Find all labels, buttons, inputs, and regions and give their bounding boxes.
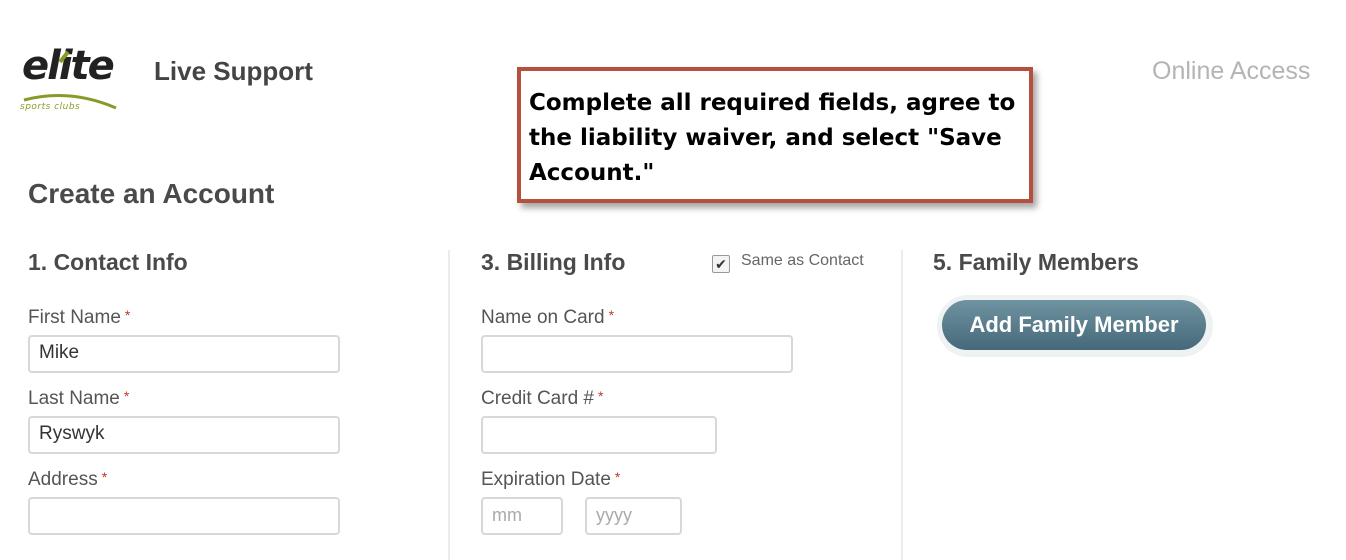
contact-info-heading: 1. Contact Info xyxy=(28,249,188,275)
logo-tagline: sports clubs xyxy=(20,102,81,112)
required-marker: * xyxy=(124,307,131,323)
address-input[interactable] xyxy=(28,497,340,535)
expiration-date-label: Expiration Date * xyxy=(481,469,620,491)
add-family-member-button-wrap: Add Family Member xyxy=(937,295,1213,357)
address-label: Address * xyxy=(28,469,107,491)
last-name-label: Last Name * xyxy=(28,388,129,410)
last-name-label-text: Last Name xyxy=(28,388,120,409)
required-marker: * xyxy=(598,388,604,404)
live-support-link[interactable]: Live Support xyxy=(154,56,313,87)
expiration-year-input[interactable]: yyyy xyxy=(585,497,682,535)
elite-logo[interactable]: elite sports clubs xyxy=(20,44,132,116)
required-marker: * xyxy=(608,307,615,323)
same-as-contact-label[interactable]: Same as Contact xyxy=(741,252,864,270)
instruction-callout: Complete all required fields, agree to t… xyxy=(517,67,1033,203)
name-on-card-label: Name on Card * xyxy=(481,307,614,329)
expiration-date-label-text: Expiration Date xyxy=(481,469,611,490)
first-name-label: First Name * xyxy=(28,307,130,329)
column-divider xyxy=(448,250,450,560)
callout-text: Complete all required fields, agree to t… xyxy=(529,90,1016,186)
online-access-link[interactable]: Online Access xyxy=(1152,57,1310,86)
credit-card-label: Credit Card # * xyxy=(481,388,603,410)
required-marker: * xyxy=(101,469,108,485)
required-marker: * xyxy=(614,469,621,485)
page-title: Create an Account xyxy=(28,178,275,209)
name-on-card-label-text: Name on Card xyxy=(481,307,605,328)
required-marker: * xyxy=(123,388,130,404)
billing-info-heading: 3. Billing Info xyxy=(481,249,626,275)
name-on-card-input[interactable] xyxy=(481,335,793,373)
credit-card-label-text: Credit Card # xyxy=(481,388,594,409)
column-divider xyxy=(901,250,903,560)
first-name-input[interactable]: Mike xyxy=(28,335,340,373)
add-family-member-button[interactable]: Add Family Member xyxy=(942,300,1206,350)
same-as-contact-checkbox[interactable]: ✔ xyxy=(712,255,730,273)
last-name-input[interactable]: Ryswyk xyxy=(28,416,340,454)
first-name-label-text: First Name xyxy=(28,307,121,328)
family-members-heading: 5. Family Members xyxy=(933,249,1139,275)
address-label-text: Address xyxy=(28,469,98,490)
credit-card-input[interactable] xyxy=(481,416,717,454)
expiration-month-input[interactable]: mm xyxy=(481,497,563,535)
